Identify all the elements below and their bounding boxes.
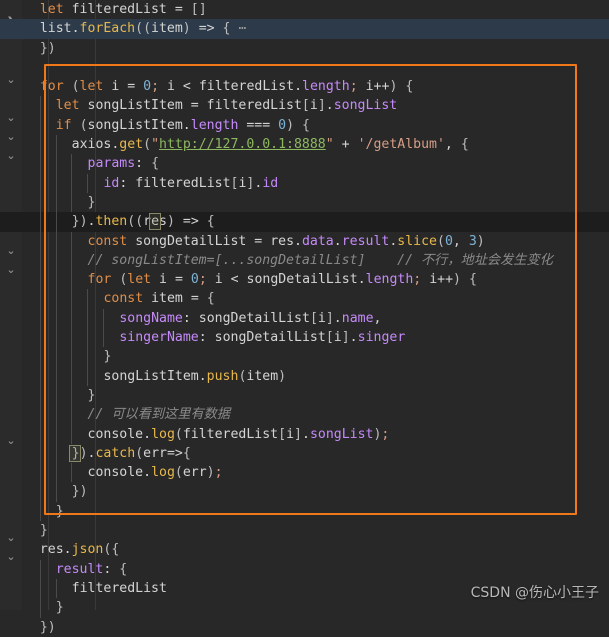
code-line-text: }) [39,40,56,56]
code-line[interactable]: list.forEach((item) => { ⋯ [0,19,609,39]
code-line-text: }) [71,484,88,500]
code-line-text: let songListItem = filteredList[i].songL… [55,98,398,114]
code-line-text: list.forEach((item) => { ⋯ [39,21,247,37]
code-line[interactable]: } [0,521,609,540]
code-line[interactable]: let filteredList = [] [0,0,609,19]
code-line-text: }) [39,619,56,635]
code-line[interactable]: params: { [0,154,609,174]
code-line[interactable]: res.json({ [0,540,609,559]
code-line[interactable]: } [0,501,609,522]
code-line[interactable]: // songListItem=[...songDetailList] // 不… [0,250,609,271]
code-line-text: for (let i = 0; i < songDetailList.lengt… [87,272,477,288]
code-line[interactable]: const songDetailList = res.data.result.s… [0,231,609,251]
code-line-text: // 可以看到这里有数据 [87,407,231,423]
code-line[interactable]: }) [0,39,609,58]
code-line[interactable]: let songListItem = filteredList[i].songL… [0,96,609,116]
code-line-text: for (let i = 0; i < filteredList.length;… [39,79,414,95]
code-line-text: } [103,349,112,365]
bracket-match-highlight [148,213,161,231]
code-line[interactable]: const item = { [0,289,609,309]
code-line[interactable]: id: filteredList[i].id [0,173,609,193]
code-line[interactable]: }).catch(err=>{ [0,443,609,464]
code-line-text: console.log(err); [87,465,223,481]
code-line[interactable]: }) [0,482,609,502]
code-line-text: }).then((res) => { [71,214,215,230]
code-line[interactable]: }).then((res) => { [0,212,609,232]
code-line-text: console.log(filteredList[i].songList); [87,426,390,442]
code-line[interactable]: // 可以看到这里有数据 [0,405,609,425]
code-line[interactable]: }) [0,618,609,637]
code-line-text: } [87,194,96,210]
code-line[interactable]: } [0,192,609,213]
bracket-match-highlight [69,444,82,462]
code-line[interactable]: } [0,385,609,406]
code-line-text: axios.get("http://127.0.0.1:8888" + '/ge… [71,137,469,153]
code-content[interactable]: let filteredList = [] list.forEach((item… [0,0,609,635]
code-line[interactable]: console.log(filteredList[i].songList); [0,424,609,444]
code-line-text: songListItem.push(item) [103,368,287,384]
code-line-text: } [55,503,64,519]
code-line[interactable]: for (let i = 0; i < filteredList.length;… [0,77,609,96]
code-line[interactable]: for (let i = 0; i < songDetailList.lengt… [0,270,609,290]
code-line[interactable]: result: { [0,559,609,579]
code-line-text: singerName: songDetailList[i].singer [119,330,406,346]
code-line-text: res.json({ [39,542,120,558]
code-line-text: if (songListItem.length === 0) { [55,117,310,133]
code-line-text: } [39,523,48,539]
code-line[interactable]: singerName: songDetailList[i].singer [0,328,609,348]
watermark: CSDN @伤心小王子 [470,585,599,601]
code-line[interactable]: songName: songDetailList[i].name, [0,308,609,329]
code-line[interactable]: axios.get("http://127.0.0.1:8888" + '/ge… [0,135,609,155]
code-editor[interactable]: ❯⌄⌄⌄⌄⌄⌄⌄⌄⌄⌄ let filteredList = [] list.f… [0,0,609,635]
code-line-text: id: filteredList[i].id [103,175,279,191]
code-line-text: const songDetailList = res.data.result.s… [87,233,485,249]
code-line[interactable]: if (songListItem.length === 0) { [0,115,609,136]
code-line-text: songName: songDetailList[i].name, [119,310,382,326]
code-line[interactable]: } [0,347,609,367]
code-line-text: let filteredList = [] [39,2,207,17]
code-line-text: result: { [55,561,128,577]
code-line-text: // songListItem=[...songDetailList] // 不… [87,252,553,268]
code-line-text: const item = { [103,291,215,307]
code-line[interactable]: songListItem.push(item) [0,366,609,386]
code-line-text: params: { [87,156,160,172]
code-line[interactable]: console.log(err); [0,463,609,483]
code-line[interactable] [0,58,609,77]
code-line-text: }).catch(err=>{ [71,445,191,461]
code-line-text: } [87,387,96,403]
